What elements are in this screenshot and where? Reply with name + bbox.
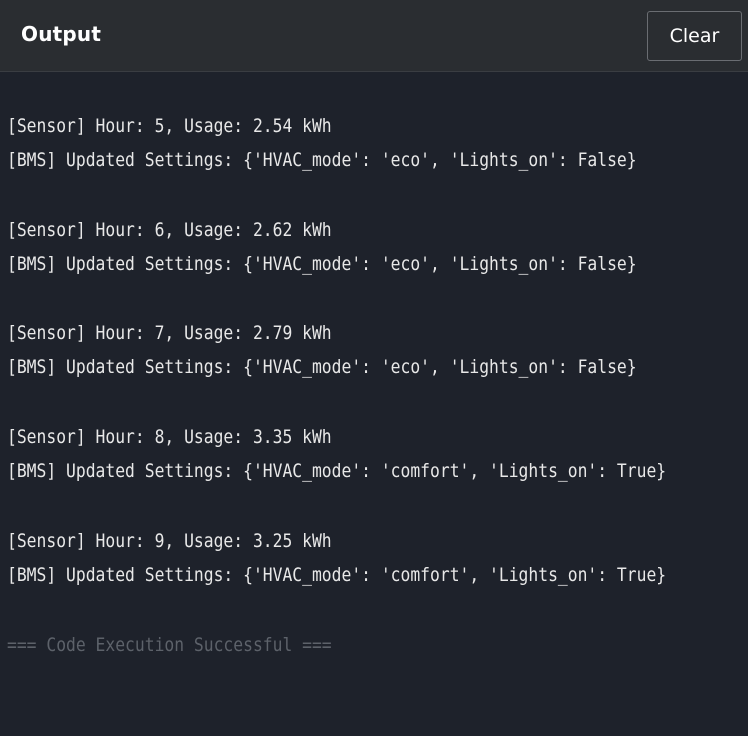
console-line: [Sensor] Hour: 9, Usage: 3.25 kWh <box>7 530 332 552</box>
console-line: [BMS] Updated Settings: {'HVAC_mode': 'e… <box>7 253 637 275</box>
output-header: Output Clear <box>0 0 748 72</box>
console-line: [Sensor] Hour: 8, Usage: 3.35 kWh <box>7 426 332 448</box>
console-line: [BMS] Updated Settings: {'HVAC_mode': 'e… <box>7 149 637 171</box>
console-line: [BMS] Updated Settings: {'HVAC_mode': 'c… <box>7 564 667 586</box>
clear-button[interactable]: Clear <box>647 11 742 61</box>
console-line: [Sensor] Hour: 5, Usage: 2.54 kWh <box>7 115 332 137</box>
console-line: [Sensor] Hour: 6, Usage: 2.62 kWh <box>7 219 332 241</box>
output-title: Output <box>21 22 102 46</box>
console-line: [BMS] Updated Settings: {'HVAC_mode': 'e… <box>7 356 637 378</box>
console-line: [BMS] Updated Settings: {'HVAC_mode': 'c… <box>7 460 667 482</box>
execution-status: === Code Execution Successful === <box>7 634 332 656</box>
console-line: [Sensor] Hour: 7, Usage: 2.79 kWh <box>7 322 332 344</box>
output-panel: Output Clear [Sensor] Hour: 5, Usage: 2.… <box>0 0 748 736</box>
